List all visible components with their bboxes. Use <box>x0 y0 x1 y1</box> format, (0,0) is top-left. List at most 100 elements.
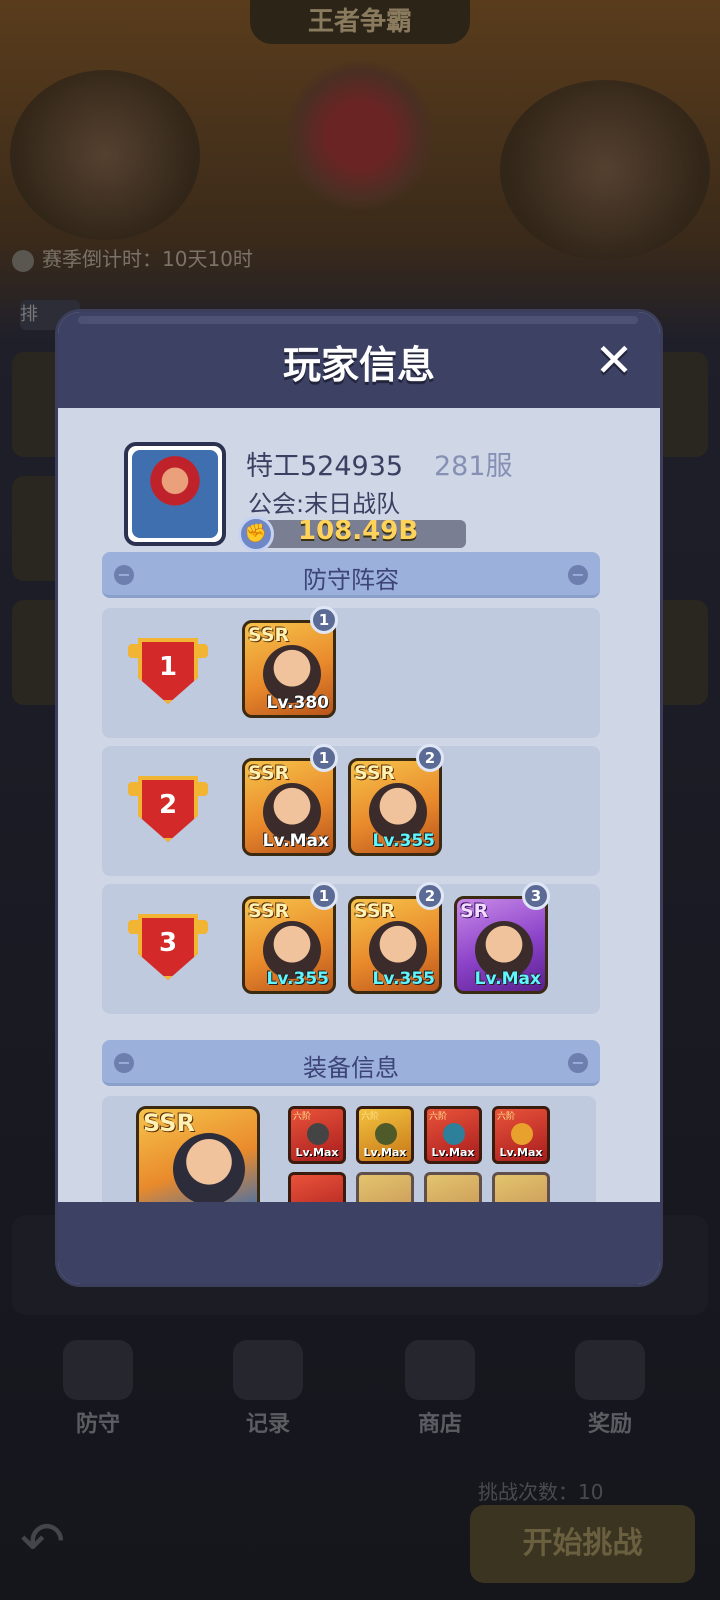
item-level: Lv.Max <box>363 1146 407 1159</box>
rank-badge: 1 <box>128 638 208 704</box>
bg-tab-label: 排 <box>20 304 38 325</box>
bg-countdown-text: 赛季倒计时：10天10时 <box>42 247 253 271</box>
bg-character <box>10 70 200 240</box>
slot-badge: 1 <box>310 882 338 910</box>
equipment-item[interactable] <box>288 1172 346 1202</box>
nav-label: 商店 <box>417 1412 462 1437</box>
section-title: 装备信息 <box>303 1054 399 1082</box>
gift-icon <box>575 1340 645 1400</box>
slot-badge: 1 <box>310 606 338 634</box>
modal-header: 玩家信息 ✕ <box>58 312 660 408</box>
equipment-section-header: − 装备信息 − <box>102 1040 600 1086</box>
equipment-item[interactable]: 六阶 Lv.Max <box>356 1106 414 1164</box>
hero-level: Lv.Max <box>262 831 329 851</box>
bg-title: 王者争霸 <box>250 0 470 44</box>
rank-shield-icon: 2 <box>138 776 198 842</box>
close-icon: ✕ <box>594 333 634 387</box>
player-name: 特工524935 <box>246 451 404 482</box>
modal-footer <box>58 1202 660 1284</box>
slot-badge: 2 <box>416 882 444 910</box>
hero-card[interactable]: SR Lv.Max <box>454 896 548 994</box>
gear-icon <box>443 1123 465 1145</box>
hero-card[interactable]: SSR Lv.Max <box>242 758 336 856</box>
equipment-item[interactable]: 六阶 Lv.Max <box>492 1106 550 1164</box>
hero-card[interactable]: SSR Lv.355 <box>348 758 442 856</box>
equipment-hero-card[interactable]: SSR <box>136 1106 260 1202</box>
hero-level: Lv.355 <box>372 969 435 989</box>
bg-challenge-count: 挑战次数：10 <box>478 1480 604 1504</box>
bg-character <box>500 80 710 260</box>
item-tier: 六阶 <box>361 1112 380 1122</box>
rarity-label: SSR <box>248 900 290 922</box>
hero-card[interactable]: SSR Lv.355 <box>348 896 442 994</box>
hero-card[interactable]: SSR Lv.355 <box>242 896 336 994</box>
equipment-item[interactable] <box>492 1172 550 1202</box>
rarity-label: SR <box>460 900 489 922</box>
item-level: Lv.Max <box>499 1146 543 1159</box>
clock-icon <box>12 249 34 272</box>
slot-badge: 3 <box>522 882 550 910</box>
hero-card[interactable]: SSR Lv.380 <box>242 620 336 718</box>
rarity-label: SSR <box>248 762 290 784</box>
fist-icon: ✊ <box>238 516 274 552</box>
nav-label: 记录 <box>245 1412 290 1437</box>
rarity-label: SSR <box>354 900 396 922</box>
hero-portrait <box>173 1133 245 1202</box>
team-row: 2 SSR Lv.Max 1 SSR Lv.355 2 <box>102 744 600 876</box>
slot-badge: 2 <box>416 744 444 772</box>
armor-icon <box>375 1123 397 1145</box>
rarity-label: SSR <box>143 1109 195 1137</box>
item-tier: 六阶 <box>497 1112 516 1122</box>
equipment-item[interactable] <box>424 1172 482 1202</box>
team-row: 1 SSR Lv.380 1 <box>102 606 600 738</box>
equipment-item[interactable]: 六阶 Lv.Max <box>424 1106 482 1164</box>
close-button[interactable]: ✕ <box>590 336 638 384</box>
nav-label: 防守 <box>75 1412 120 1437</box>
item-level: Lv.Max <box>295 1146 339 1159</box>
minus-icon: − <box>568 1053 588 1073</box>
hero-level: Lv.355 <box>372 831 435 851</box>
slot-badge: 1 <box>310 744 338 772</box>
nav-label: 奖励 <box>587 1412 632 1437</box>
back-icon: ↶ <box>20 1510 66 1573</box>
shop-icon <box>405 1340 475 1400</box>
bg-countdown: 赛季倒计时：10天10时 <box>12 243 253 272</box>
item-tier: 六阶 <box>293 1112 312 1122</box>
team-row: 3 SSR Lv.355 1 SSR Lv.355 2 SR Lv.Max 3 <box>102 882 600 1014</box>
modal-title: 玩家信息 <box>282 343 435 387</box>
defense-section-header: − 防守阵容 − <box>102 552 600 598</box>
item-tier: 六阶 <box>429 1112 448 1122</box>
section-title: 防守阵容 <box>303 566 399 594</box>
book-icon <box>233 1340 303 1400</box>
equipment-panel: SSR 六阶 Lv.Max 六阶 Lv.Max 六阶 Lv.Max 六阶 Lv.… <box>102 1096 596 1202</box>
power-display: ✊ 108.49B <box>238 516 478 552</box>
hero-level: Lv.380 <box>266 693 329 713</box>
shield-icon <box>63 1340 133 1400</box>
hero-level: Lv.355 <box>266 969 329 989</box>
nav-shop: 商店 <box>390 1340 490 1438</box>
nav-defense: 防守 <box>48 1340 148 1438</box>
rarity-label: SSR <box>248 624 290 646</box>
guild-label: 公会:末日战队 <box>248 490 401 518</box>
rank-badge: 2 <box>128 776 208 842</box>
rank-shield-icon: 3 <box>138 914 198 980</box>
rank-shield-icon: 1 <box>138 638 198 704</box>
nav-records: 记录 <box>218 1340 318 1438</box>
weapon-icon <box>307 1123 329 1145</box>
equipment-item[interactable] <box>356 1172 414 1202</box>
rank-badge: 3 <box>128 914 208 980</box>
hero-level: Lv.Max <box>474 969 541 989</box>
nav-rewards: 奖励 <box>560 1340 660 1438</box>
mask-icon <box>511 1123 533 1145</box>
rarity-label: SSR <box>354 762 396 784</box>
minus-icon: − <box>568 565 588 585</box>
avatar <box>124 442 226 546</box>
equipment-item[interactable]: 六阶 Lv.Max <box>288 1106 346 1164</box>
avatar-image <box>132 450 218 538</box>
item-level: Lv.Max <box>431 1146 475 1159</box>
modal-content[interactable]: 特工524935 281服 公会:末日战队 ✊ 108.49B − 防守阵容 −… <box>58 408 660 1202</box>
server-label: 281服 <box>434 451 513 482</box>
power-value: 108.49B <box>298 516 419 546</box>
bg-emblem <box>285 60 435 210</box>
start-challenge-button: 开始挑战 <box>470 1505 695 1583</box>
